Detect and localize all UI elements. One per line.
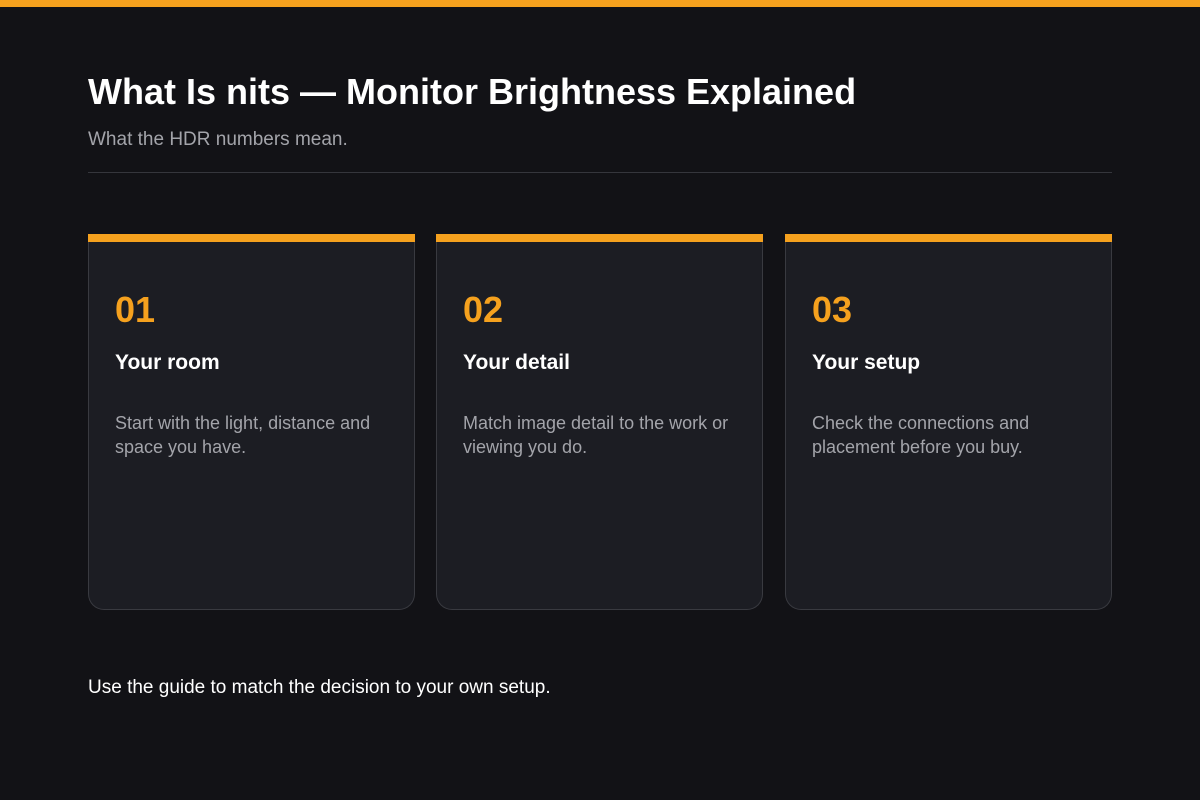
card-your-detail: 02 Your detail Match image detail to the… xyxy=(436,234,763,610)
card-heading: Your room xyxy=(115,351,220,374)
card-body: Check the connections and placement befo… xyxy=(812,413,1030,457)
card-body: Match image detail to the work or viewin… xyxy=(463,413,729,457)
card-heading: Your detail xyxy=(463,351,570,374)
card-number: 03 xyxy=(812,289,853,330)
page-subtitle: What the HDR numbers mean. xyxy=(88,129,348,150)
footer-text: Use the guide to match the decision to y… xyxy=(88,677,551,698)
card-heading: Your setup xyxy=(812,351,921,374)
top-accent-bar xyxy=(0,0,1200,7)
card-accent-bar xyxy=(88,234,415,242)
card-number: 01 xyxy=(115,289,156,330)
card-grid: 01 Your room Start with the light, dista… xyxy=(88,234,1112,610)
card-body: Start with the light, distance and space… xyxy=(115,413,371,457)
card-accent-bar xyxy=(436,234,763,242)
page-title: What Is nits — Monitor Brightness Explai… xyxy=(88,71,857,112)
card-your-room: 01 Your room Start with the light, dista… xyxy=(88,234,415,610)
card-your-setup: 03 Your setup Check the connections and … xyxy=(785,234,1112,610)
card-accent-bar xyxy=(785,234,1112,242)
header-divider xyxy=(88,172,1112,173)
card-number: 02 xyxy=(463,289,504,330)
